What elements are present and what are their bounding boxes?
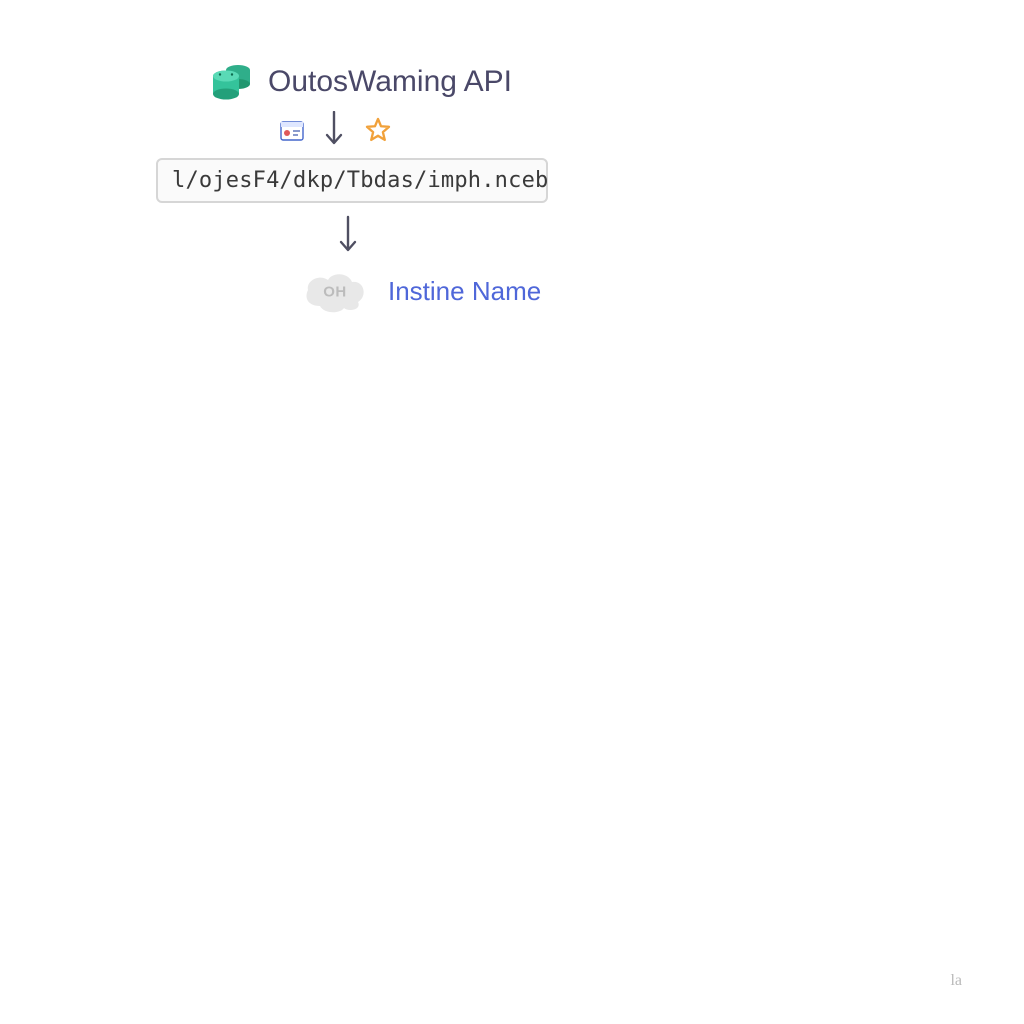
arrow-down-icon	[324, 111, 344, 149]
calendar-icon	[280, 119, 304, 141]
icon-row	[280, 110, 600, 150]
flow-diagram: OutosWaming API l/ojesF4/dkp/Tbdas/im	[150, 60, 600, 314]
cloud-tag: OH	[323, 283, 347, 300]
instance-label[interactable]: Instine Name	[388, 276, 541, 307]
instance-node: OH Instine Name	[300, 268, 600, 314]
cloud-icon: OH	[300, 268, 370, 314]
api-node: OutosWaming API	[210, 60, 600, 104]
database-icon	[210, 60, 254, 104]
path-field[interactable]: l/ojesF4/dkp/Tbdas/imph.nceb	[156, 158, 548, 203]
api-title: OutosWaming API	[268, 65, 512, 99]
arrow-down-icon	[338, 215, 600, 262]
watermark: la	[950, 972, 962, 990]
star-icon[interactable]	[364, 116, 392, 144]
